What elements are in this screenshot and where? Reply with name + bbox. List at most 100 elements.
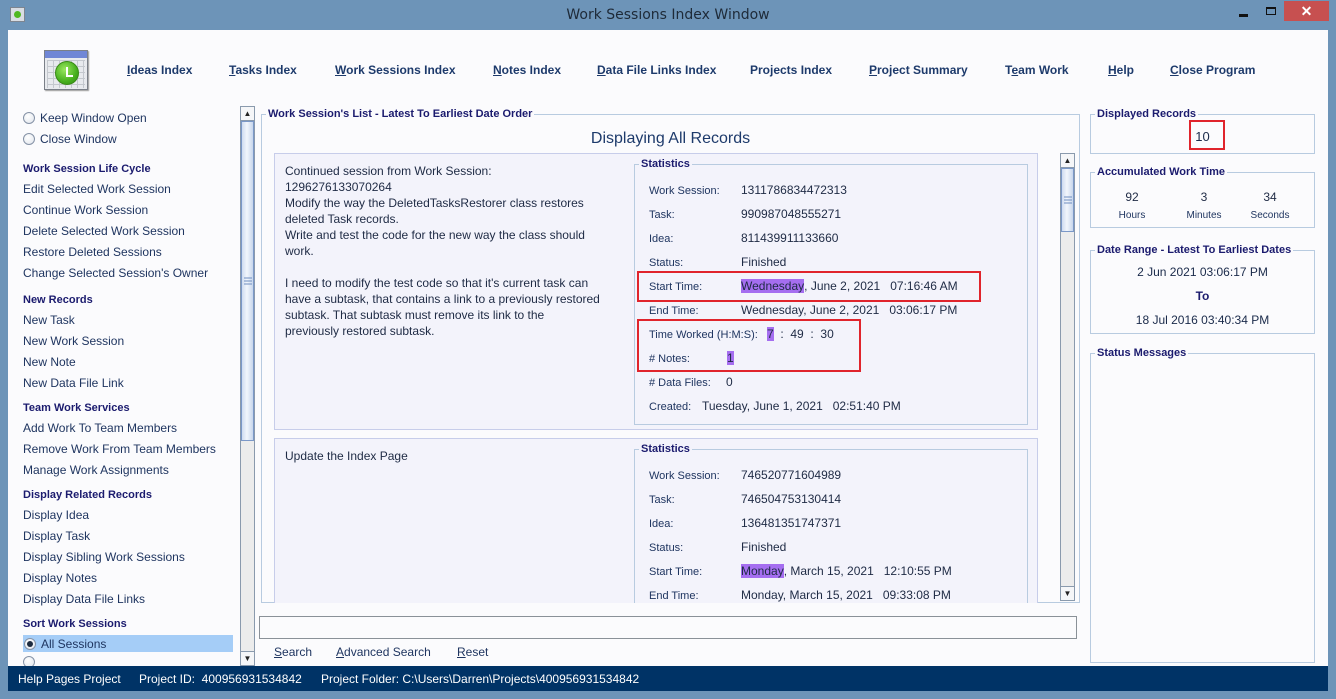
minimize-button[interactable] xyxy=(1230,1,1256,21)
display-task-link[interactable]: Display Task xyxy=(23,529,90,543)
project-id: Project ID: 400956931534842 xyxy=(139,672,302,686)
displayed-records-title: Displayed Records xyxy=(1095,108,1199,120)
close-window-radio[interactable]: Close Window xyxy=(23,132,117,146)
nav-ideas-index[interactable]: Ideas Index xyxy=(127,63,192,77)
reset-button[interactable]: Reset xyxy=(457,645,488,659)
display-notes-link[interactable]: Display Notes xyxy=(23,571,97,585)
records-list: Continued session from Work Session: 129… xyxy=(274,153,1058,603)
nav-work-sessions-index[interactable]: Work Sessions Index xyxy=(335,63,456,77)
display-data-file-links-link[interactable]: Display Data File Links xyxy=(23,592,145,606)
nav-data-file-links-index[interactable]: Data File Links Index xyxy=(597,63,716,77)
section-display-related-records: Display Related Records xyxy=(23,489,152,501)
section-work-session-life-cycle: Work Session Life Cycle xyxy=(23,163,151,175)
radio-icon xyxy=(23,133,35,145)
date-range-earliest: 18 Jul 2016 03:40:34 PM xyxy=(1135,313,1270,327)
new-work-session-link[interactable]: New Work Session xyxy=(23,334,124,348)
record-description: Update the Index Page xyxy=(285,449,408,463)
display-sibling-work-sessions-link[interactable]: Display Sibling Work Sessions xyxy=(23,550,185,564)
date-range-latest: 2 Jun 2021 03:06:17 PM xyxy=(1137,265,1268,279)
scrollbar-thumb[interactable] xyxy=(1061,168,1074,232)
app-window: Work Sessions Index Window ✕ Ideas Index… xyxy=(0,0,1336,699)
scroll-up-icon[interactable]: ▲ xyxy=(241,107,254,121)
nav-label: deas Index xyxy=(130,63,193,77)
date-range-title: Date Range - Latest To Earliest Dates xyxy=(1095,244,1294,256)
title-bar[interactable]: Work Sessions Index Window ✕ xyxy=(0,0,1336,30)
manage-work-assignments-link[interactable]: Manage Work Assignments xyxy=(23,463,169,477)
stat-task: Task: 746504753130414 xyxy=(649,492,842,506)
stat-task: Task: 990987048555271 xyxy=(649,207,842,221)
nav-close-program[interactable]: Close Program xyxy=(1170,63,1255,77)
new-note-link[interactable]: New Note xyxy=(23,355,76,369)
display-idea-link[interactable]: Display Idea xyxy=(23,508,89,522)
window-client: Ideas Index Tasks Index Work Sessions In… xyxy=(8,30,1328,691)
nav-projects-index[interactable]: Projects Index xyxy=(750,63,832,77)
close-button[interactable]: ✕ xyxy=(1284,1,1329,21)
list-title: Work Session's List - Latest To Earliest… xyxy=(266,108,535,120)
new-task-link[interactable]: New Task xyxy=(23,313,75,327)
stat-work-session: Work Session: 746520771604989 xyxy=(649,468,842,482)
status-messages-box: Status Messages xyxy=(1090,347,1315,663)
stat-created: Created: Tuesday, June 1, 2021 02:51:40 P… xyxy=(649,399,901,413)
minimize-icon xyxy=(1238,13,1248,17)
scrollbar-thumb[interactable] xyxy=(241,121,254,441)
annotation-box-start-time xyxy=(637,271,981,302)
search-button[interactable]: Search xyxy=(274,645,312,659)
record-description: Continued session from Work Session: 129… xyxy=(285,164,600,338)
date-range-box: Date Range - Latest To Earliest Dates 2 … xyxy=(1090,244,1315,334)
record-card[interactable]: Continued session from Work Session: 129… xyxy=(274,153,1038,430)
edit-selected-work-session-link[interactable]: Edit Selected Work Session xyxy=(23,182,171,196)
nav-team-work[interactable]: Team Work xyxy=(1005,63,1069,77)
scroll-down-icon[interactable]: ▼ xyxy=(241,651,254,665)
accumulated-work-time-title: Accumulated Work Time xyxy=(1095,166,1227,178)
radio-icon xyxy=(23,112,35,124)
scroll-down-icon[interactable]: ▼ xyxy=(1061,586,1074,600)
window-title: Work Sessions Index Window xyxy=(566,7,770,23)
left-panel-scrollbar[interactable]: ▲ ▼ xyxy=(240,106,255,666)
change-session-owner-link[interactable]: Change Selected Session's Owner xyxy=(23,266,208,280)
statistics-title: Statistics xyxy=(639,443,692,455)
add-work-to-team-members-link[interactable]: Add Work To Team Members xyxy=(23,421,177,435)
search-input[interactable] xyxy=(259,616,1077,639)
stat-end-time: End Time: Monday, March 15, 2021 09:33:08… xyxy=(649,588,951,602)
stat-work-session: Work Session: 1311786834472313 xyxy=(649,183,847,197)
annotation-box-time-worked xyxy=(637,319,861,372)
status-messages-title: Status Messages xyxy=(1095,347,1189,359)
continue-work-session-link[interactable]: Continue Work Session xyxy=(23,203,148,217)
nav-help[interactable]: Help xyxy=(1108,63,1134,77)
displaying-label: Displaying All Records xyxy=(590,130,751,147)
delete-selected-work-session-link[interactable]: Delete Selected Work Session xyxy=(23,224,185,238)
date-range-to-label: To xyxy=(1195,289,1210,303)
sort-next-option-radio[interactable] xyxy=(23,656,40,666)
statistics-box: Statistics Work Session: 746520771604989 … xyxy=(634,443,1028,603)
section-team-work-services: Team Work Services xyxy=(23,402,130,414)
maximize-button[interactable] xyxy=(1258,1,1284,21)
stat-data-files: # Data Files: 0 xyxy=(649,375,733,389)
stat-end-time: End Time: Wednesday, June 2, 2021 03:06:1… xyxy=(649,303,958,317)
calendar-clock-logo-icon xyxy=(44,47,88,91)
records-scrollbar[interactable]: ▲ ▼ xyxy=(1060,153,1075,601)
accumulated-work-time-box: Accumulated Work Time 92 Hours 3 Minutes… xyxy=(1090,166,1315,228)
status-bar: Help Pages Project Project ID: 400956931… xyxy=(8,666,1328,691)
remove-work-from-team-members-link[interactable]: Remove Work From Team Members xyxy=(23,442,216,456)
highlighted-day: Monday xyxy=(741,564,784,578)
stat-idea: Idea: 136481351747371 xyxy=(649,516,842,530)
accumulated-minutes: 3 Minutes xyxy=(1186,190,1222,221)
project-name: Help Pages Project xyxy=(18,672,121,686)
scroll-up-icon[interactable]: ▲ xyxy=(1061,154,1074,168)
new-data-file-link-link[interactable]: New Data File Link xyxy=(23,376,124,390)
nav-notes-index[interactable]: Notes Index xyxy=(493,63,561,77)
advanced-search-button[interactable]: Advanced Search xyxy=(336,645,431,659)
stat-idea: Idea: 811439911133660 xyxy=(649,231,839,245)
stat-status: Status: Finished xyxy=(649,540,787,554)
nav-tasks-index[interactable]: Tasks Index xyxy=(229,63,297,77)
restore-deleted-sessions-link[interactable]: Restore Deleted Sessions xyxy=(23,245,162,259)
record-card[interactable]: Update the Index Page Statistics Work Se… xyxy=(274,438,1038,603)
nav-project-summary[interactable]: Project Summary xyxy=(869,63,968,77)
maximize-icon xyxy=(1266,7,1276,15)
close-icon: ✕ xyxy=(1300,2,1313,19)
statistics-title: Statistics xyxy=(639,158,692,170)
keep-window-open-radio[interactable]: Keep Window Open xyxy=(23,111,147,125)
sort-all-sessions-radio[interactable]: All Sessions xyxy=(23,635,233,652)
stat-start-time: Start Time: Monday, March 15, 2021 12:10:… xyxy=(649,564,952,578)
radio-selected-icon xyxy=(24,637,36,650)
